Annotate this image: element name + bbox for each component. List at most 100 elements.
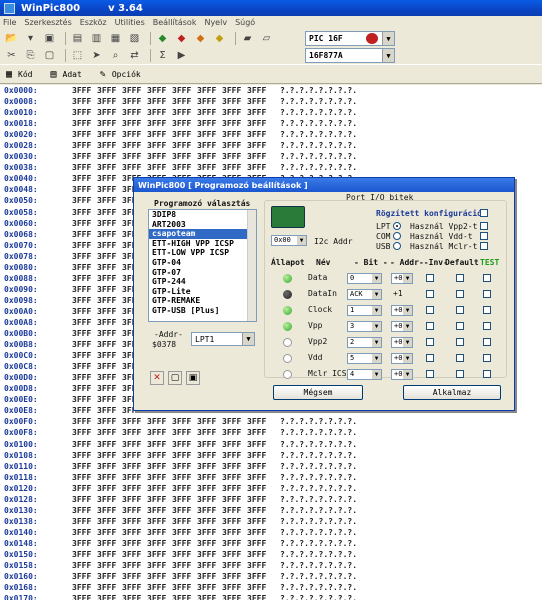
hex-word[interactable]: 3FFF <box>222 472 247 483</box>
hex-row[interactable]: 0x0150: 3FFF 3FFF 3FFF 3FFF 3FFF 3FFF 3FFF 3FFF?… <box>0 549 542 560</box>
hex-word[interactable]: 3FFF <box>172 538 197 549</box>
scrollbar[interactable] <box>247 210 256 321</box>
hex-word[interactable]: 3FFF <box>147 483 172 494</box>
hex-word[interactable]: 3FFF <box>97 450 122 461</box>
hex-row[interactable]: 0x0028: 3FFF 3FFF 3FFF 3FFF 3FFF 3FFF 3FFF 3FFF?… <box>0 140 542 151</box>
orange-arrow-icon[interactable]: ◆ <box>193 32 208 46</box>
hex-word[interactable]: 3FFF <box>97 427 122 438</box>
hex-word[interactable]: 3FFF <box>97 306 122 317</box>
hex-word[interactable]: 3FFF <box>72 516 97 527</box>
hex-word[interactable]: 3FFF <box>222 162 247 173</box>
hex-word[interactable]: 3FFF <box>97 416 122 427</box>
hex-word[interactable]: 3FFF <box>72 549 97 560</box>
hex-word[interactable]: 3FFF <box>122 427 147 438</box>
pin-invert-checkbox[interactable] <box>426 354 434 362</box>
pin-bit-select[interactable]: 4 ▼ <box>347 369 382 380</box>
hex-word[interactable]: 3FFF <box>222 494 247 505</box>
hex-word[interactable]: 3FFF <box>172 96 197 107</box>
pin-default-checkbox[interactable] <box>456 322 464 330</box>
hex-word[interactable]: 3FFF <box>72 151 97 162</box>
chevron-down-icon[interactable]: ▼ <box>403 354 412 363</box>
hex-word[interactable]: 3FFF <box>147 162 172 173</box>
hex-word[interactable]: 3FFF <box>197 85 222 96</box>
hex-word[interactable]: 3FFF <box>247 450 272 461</box>
hex-word[interactable]: 3FFF <box>197 494 222 505</box>
usb-radio[interactable] <box>393 242 401 250</box>
hex-word[interactable]: 3FFF <box>172 427 197 438</box>
hex-word[interactable]: 3FFF <box>222 505 247 516</box>
hex-word[interactable]: 3FFF <box>247 472 272 483</box>
hex-word[interactable]: 3FFF <box>172 593 197 600</box>
hex-word[interactable]: 3FFF <box>97 560 122 571</box>
hex-word[interactable]: 3FFF <box>222 96 247 107</box>
cut-icon[interactable]: ✂ <box>4 49 19 63</box>
hex-word[interactable]: 3FFF <box>97 372 122 383</box>
hex-row[interactable]: 0x0138: 3FFF 3FFF 3FFF 3FFF 3FFF 3FFF 3FFF 3FFF?… <box>0 516 542 527</box>
hex-word[interactable]: 3FFF <box>147 129 172 140</box>
hex-word[interactable]: 3FFF <box>72 162 97 173</box>
chevron-down-icon[interactable]: ▼ <box>372 338 381 347</box>
pin-test-checkbox[interactable] <box>483 306 491 314</box>
pin-invert-checkbox[interactable] <box>426 290 434 298</box>
hex-word[interactable]: 3FFF <box>147 505 172 516</box>
pin-default-checkbox[interactable] <box>456 338 464 346</box>
red-arrow-icon[interactable]: ◆ <box>174 32 189 46</box>
pin-invert-checkbox[interactable] <box>426 338 434 346</box>
hex-word[interactable]: 3FFF <box>222 129 247 140</box>
hex-word[interactable]: 3FFF <box>147 582 172 593</box>
hex-word[interactable]: 3FFF <box>147 527 172 538</box>
pin-bit-select[interactable]: 5 ▼ <box>347 353 382 364</box>
chevron-down-icon[interactable]: ▼ <box>403 370 412 379</box>
hex-word[interactable]: 3FFF <box>147 85 172 96</box>
hex-word[interactable]: 3FFF <box>197 439 222 450</box>
replace-icon[interactable]: ⇄ <box>127 49 142 63</box>
hex-word[interactable]: 3FFF <box>172 151 197 162</box>
hex-word[interactable]: 3FFF <box>72 339 97 350</box>
pin-test-checkbox[interactable] <box>483 322 491 330</box>
hex-word[interactable]: 3FFF <box>97 394 122 405</box>
hex-word[interactable]: 3FFF <box>247 461 272 472</box>
hex-word[interactable]: 3FFF <box>147 416 172 427</box>
hex-word[interactable]: 3FFF <box>222 461 247 472</box>
program-icon[interactable]: ▶ <box>174 49 189 63</box>
hex-word[interactable]: 3FFF <box>222 118 247 129</box>
hex-word[interactable]: 3FFF <box>247 427 272 438</box>
hex-word[interactable]: 3FFF <box>247 516 272 527</box>
hex-word[interactable]: 3FFF <box>97 472 122 483</box>
hex-word[interactable]: 3FFF <box>97 383 122 394</box>
hex-word[interactable]: 3FFF <box>97 118 122 129</box>
pin-addr-select[interactable]: +0 ▼ <box>391 337 413 348</box>
use-vdd-checkbox[interactable] <box>480 232 488 240</box>
chevron-down-icon[interactable]: ▼ <box>403 306 412 315</box>
tab-options[interactable]: ✎ Opciók <box>100 69 141 80</box>
hex-word[interactable]: 3FFF <box>247 527 272 538</box>
hex-word[interactable]: 3FFF <box>97 538 122 549</box>
hex-word[interactable]: 3FFF <box>172 516 197 527</box>
hex-word[interactable]: 3FFF <box>247 538 272 549</box>
hex-word[interactable]: 3FFF <box>97 162 122 173</box>
hex-row[interactable]: 0x0110: 3FFF 3FFF 3FFF 3FFF 3FFF 3FFF 3FFF 3FFF?… <box>0 461 542 472</box>
hex-word[interactable]: 3FFF <box>147 472 172 483</box>
hex-row[interactable]: 0x0038: 3FFF 3FFF 3FFF 3FFF 3FFF 3FFF 3FFF 3FFF?… <box>0 162 542 173</box>
hex-word[interactable]: 3FFF <box>172 162 197 173</box>
checksum-icon[interactable]: Σ <box>155 49 170 63</box>
use-vpp2-checkbox[interactable] <box>480 222 488 230</box>
pin-bit-select[interactable]: 3 ▼ <box>347 321 382 332</box>
hex-word[interactable]: 3FFF <box>172 582 197 593</box>
hex-word[interactable]: 3FFF <box>97 173 122 184</box>
programmer-list-item[interactable]: GTP-REMAKE <box>149 296 256 306</box>
hex-word[interactable]: 3FFF <box>97 140 122 151</box>
hex-word[interactable]: 3FFF <box>197 162 222 173</box>
hex-word[interactable]: 3FFF <box>97 262 122 273</box>
port-select[interactable]: LPT1 ▼ <box>191 332 255 346</box>
programmer-list-item[interactable]: GTP-Lite <box>149 287 256 297</box>
hex-word[interactable]: 3FFF <box>172 483 197 494</box>
hex-row[interactable]: 0x0148: 3FFF 3FFF 3FFF 3FFF 3FFF 3FFF 3FFF 3FFF?… <box>0 538 542 549</box>
hex-word[interactable]: 3FFF <box>72 295 97 306</box>
hex-word[interactable]: 3FFF <box>247 439 272 450</box>
hex-word[interactable]: 3FFF <box>97 439 122 450</box>
hex-word[interactable]: 3FFF <box>97 85 122 96</box>
hex-word[interactable]: 3FFF <box>122 571 147 582</box>
pin-addr-select[interactable]: +0 ▼ <box>391 305 413 316</box>
hex-word[interactable]: 3FFF <box>97 295 122 306</box>
